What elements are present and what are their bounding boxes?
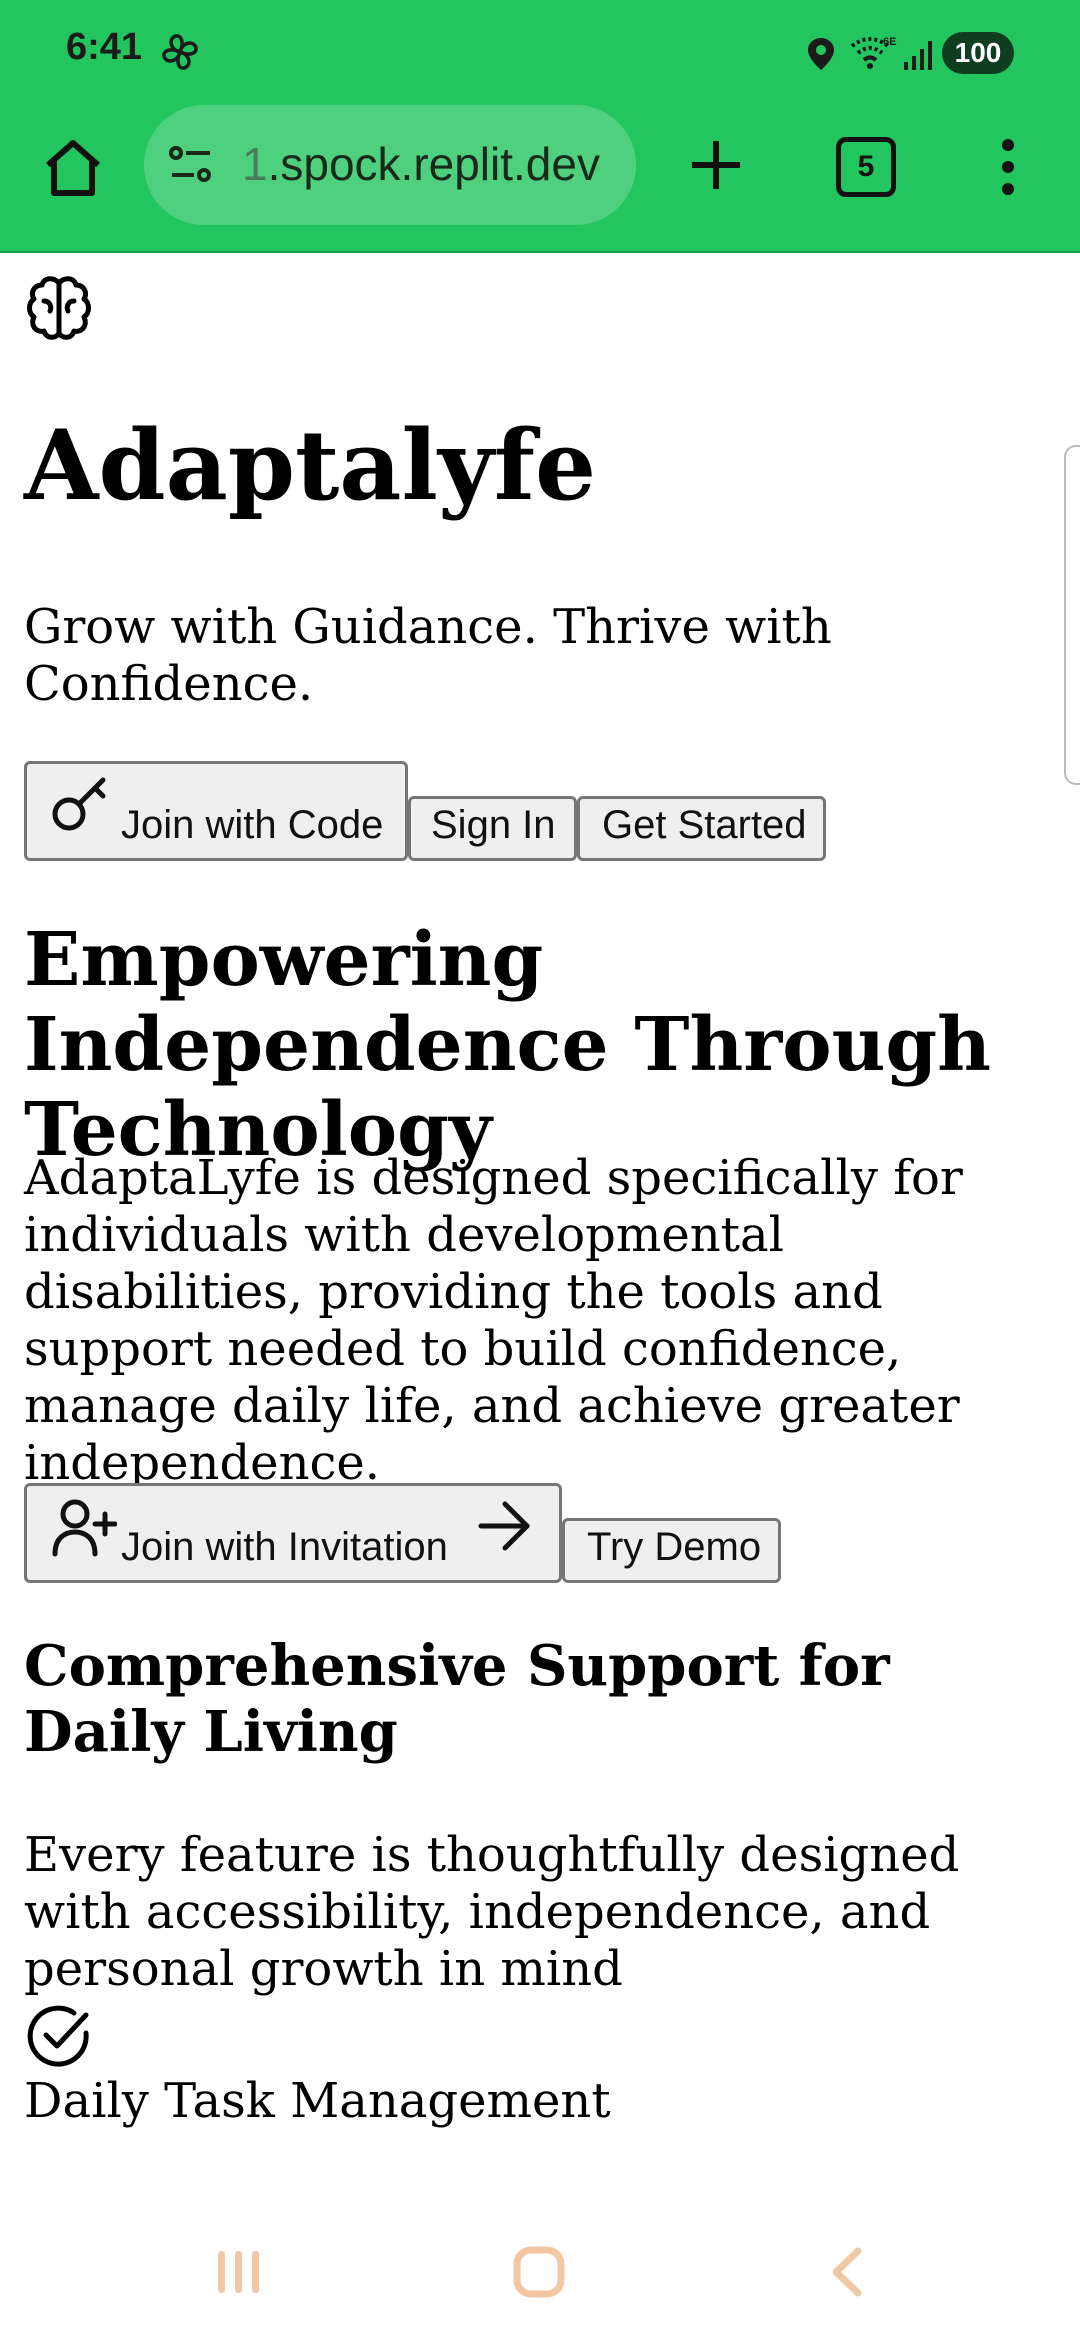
- hero-heading: Empowering Independence Through Technolo…: [24, 917, 991, 1173]
- home-icon[interactable]: [40, 135, 106, 201]
- status-time: 6:41: [66, 26, 143, 68]
- join-with-code-button[interactable]: Join with Code: [24, 761, 408, 861]
- hero-description: AdaptaLyfe is designed specifically for …: [24, 1150, 963, 1491]
- recent-apps-icon[interactable]: [214, 2247, 264, 2297]
- section-heading: Comprehensive Support for Daily Living: [24, 1633, 890, 1765]
- url-main: .spock.replit.dev: [267, 138, 600, 190]
- fan-icon: [162, 34, 198, 70]
- join-with-invitation-label: Join with Invitation: [121, 1525, 448, 1569]
- browser-toolbar: 1.spock.replit.dev 5: [0, 105, 1080, 253]
- home-nav-icon[interactable]: [512, 2245, 566, 2299]
- page-content: Adaptalyfe Grow with Guidance. Thrive wi…: [0, 253, 1080, 2193]
- arrow-right-icon: [478, 1501, 530, 1551]
- svg-text:6E: 6E: [883, 36, 896, 48]
- get-started-button[interactable]: Get Started: [577, 796, 826, 861]
- brain-icon: [27, 276, 91, 340]
- sign-in-label: Sign In: [431, 803, 556, 847]
- key-icon: [52, 777, 106, 831]
- url-prefix: 1: [242, 138, 268, 190]
- status-bar: 6:41 6E 100: [0, 0, 1080, 105]
- clipped-text-line: [24, 2135, 864, 2155]
- page-title: Adaptalyfe: [24, 409, 597, 522]
- signal-icon: [904, 41, 932, 70]
- try-demo-button[interactable]: Try Demo: [562, 1518, 781, 1583]
- section-description: Every feature is thoughtfully designed w…: [24, 1827, 960, 1997]
- join-with-invitation-button[interactable]: Join with Invitation: [24, 1483, 562, 1583]
- wifi-6e-icon: 6E: [850, 36, 896, 69]
- battery-icon: 100: [942, 32, 1014, 74]
- get-started-label: Get Started: [602, 803, 807, 847]
- check-circle-icon: [27, 2005, 89, 2067]
- system-nav-bar: [0, 2193, 1080, 2340]
- url-text[interactable]: 1.spock.replit.dev: [242, 137, 600, 191]
- more-options-icon[interactable]: [996, 135, 1020, 199]
- user-plus-icon: [52, 1499, 117, 1557]
- back-icon[interactable]: [828, 2245, 864, 2299]
- tagline: Grow with Guidance. Thrive with Confiden…: [24, 599, 832, 712]
- sign-in-button[interactable]: Sign In: [408, 796, 577, 861]
- address-bar[interactable]: 1.spock.replit.dev: [144, 105, 636, 225]
- site-settings-icon[interactable]: [168, 143, 214, 187]
- new-tab-icon[interactable]: [686, 135, 746, 195]
- scroll-indicator[interactable]: [1064, 445, 1080, 785]
- feature-title: Daily Task Management: [24, 2073, 611, 2129]
- try-demo-label: Try Demo: [587, 1525, 762, 1569]
- location-icon: [808, 38, 834, 70]
- join-with-code-label: Join with Code: [121, 803, 384, 847]
- tab-switcher-button[interactable]: 5: [836, 137, 896, 197]
